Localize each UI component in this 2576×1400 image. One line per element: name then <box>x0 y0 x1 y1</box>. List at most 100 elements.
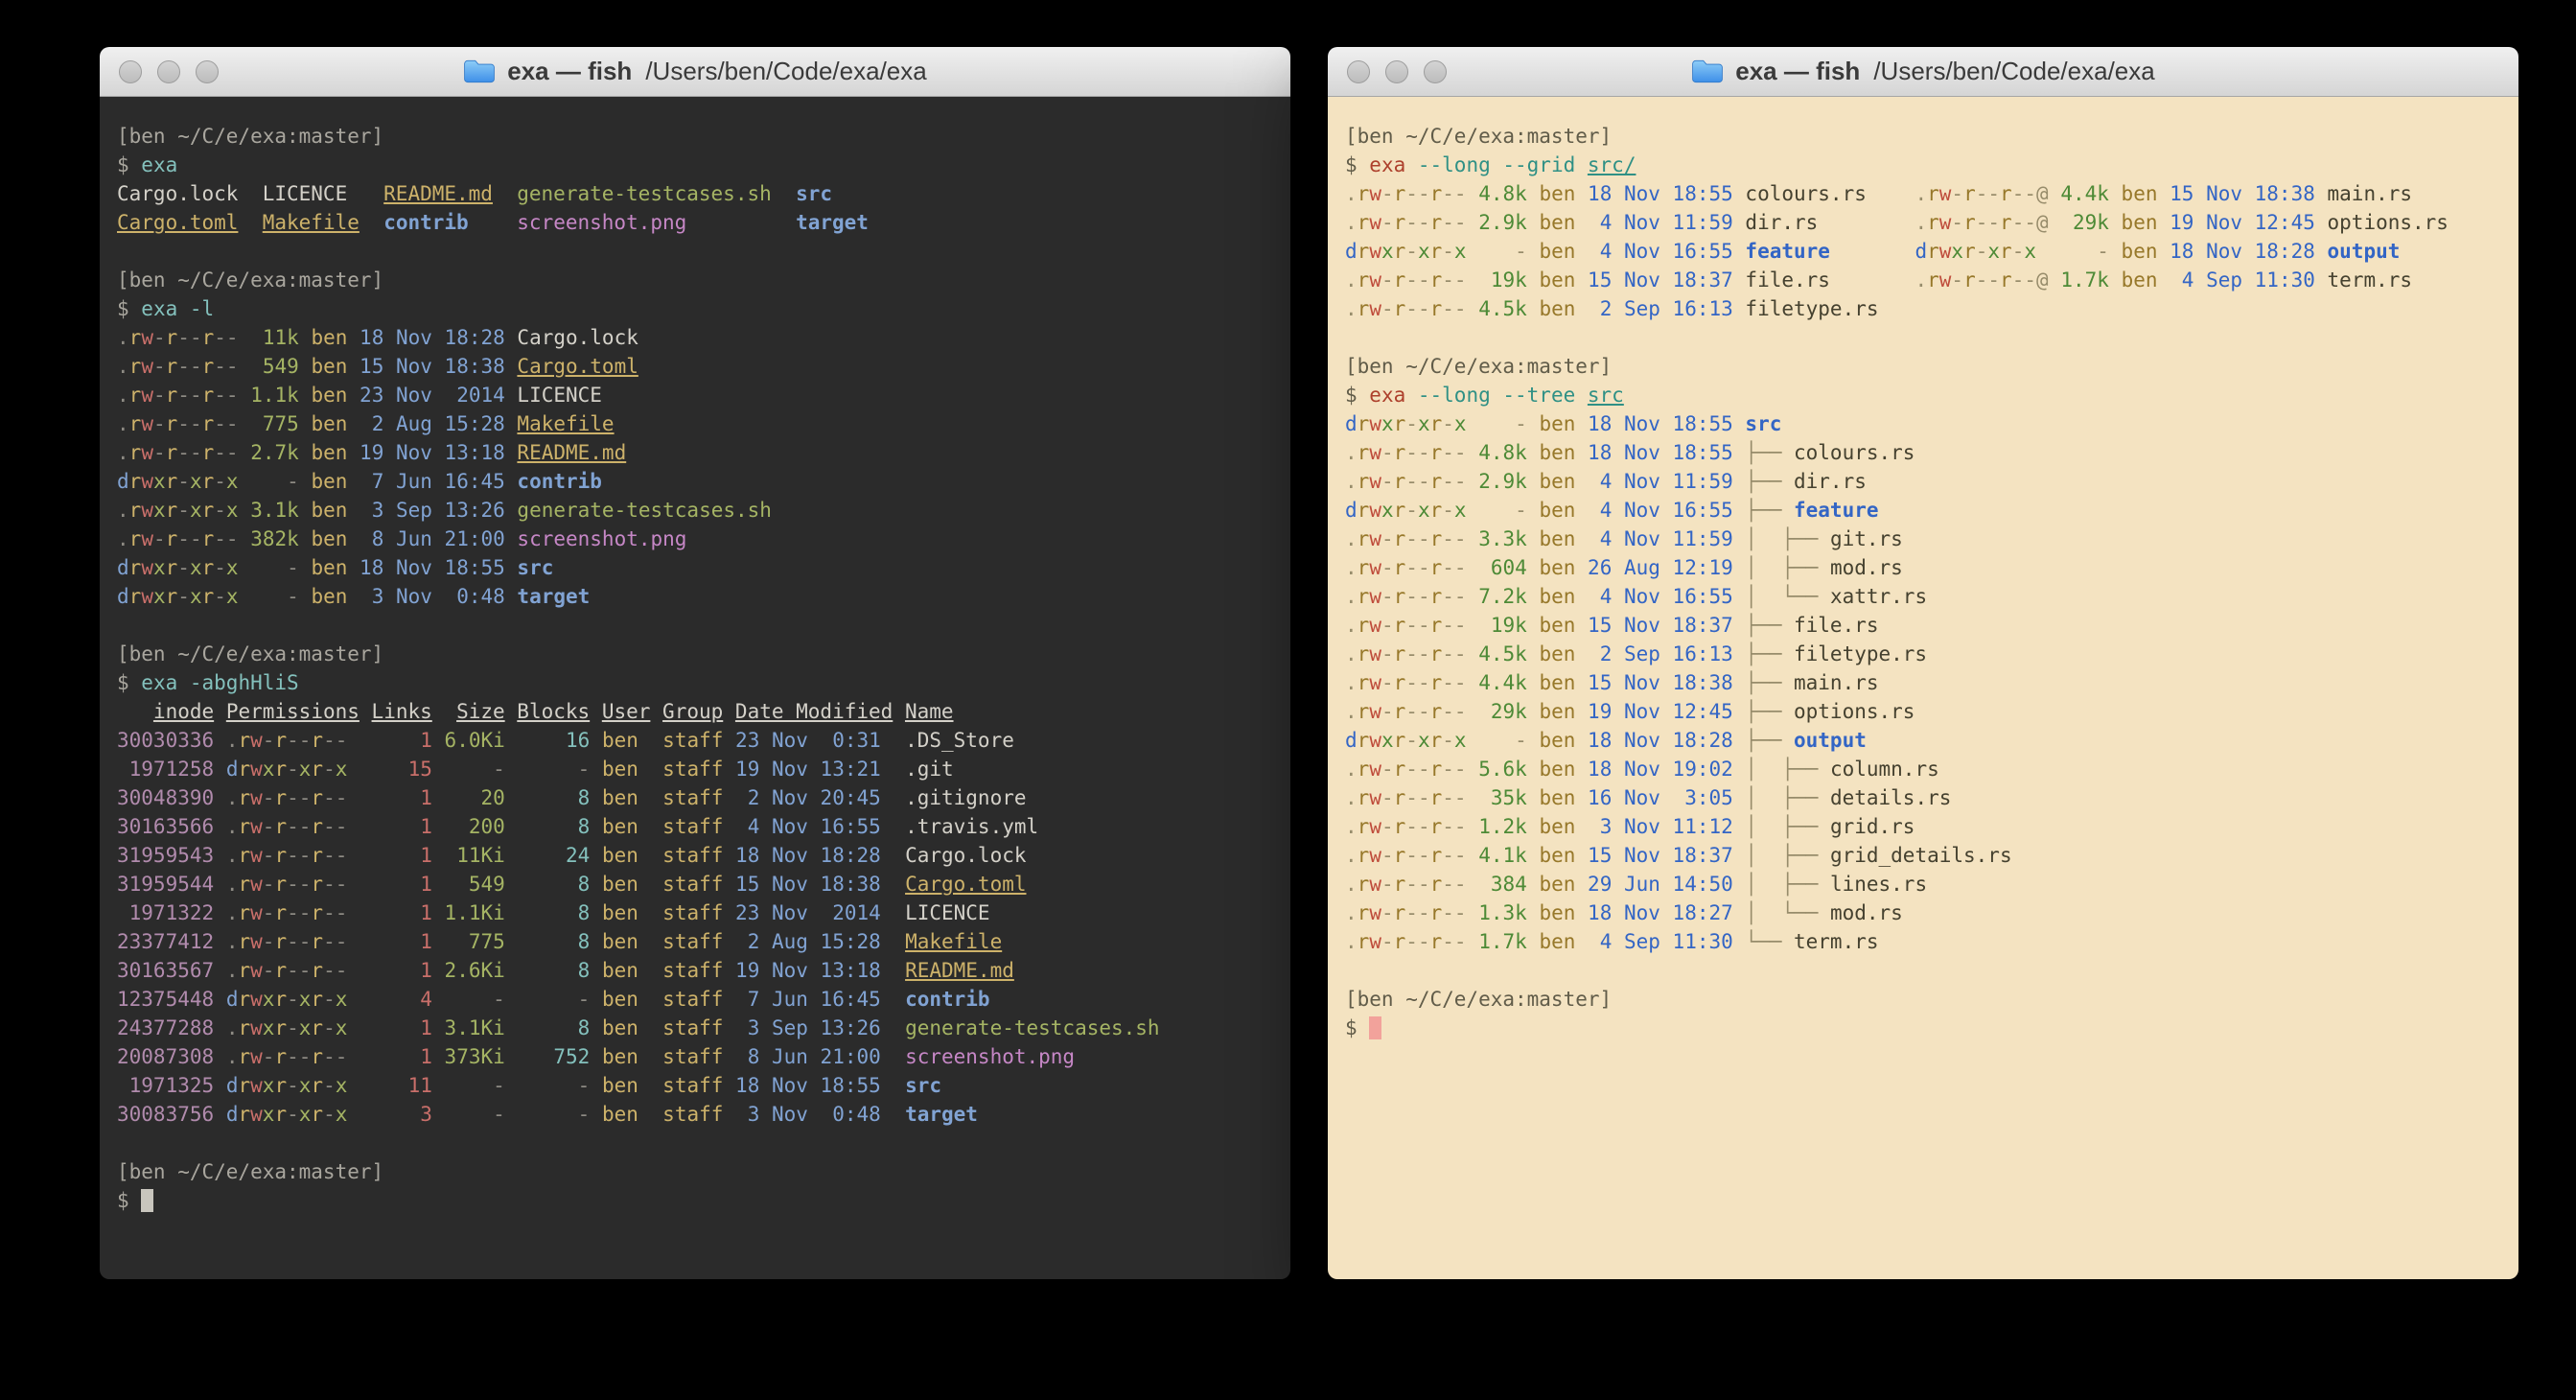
terminal-line: drwxr-xr-x - ben 18 Nov 18:55 src <box>1345 409 2501 438</box>
permission-char: w <box>1369 499 1381 522</box>
permission-char: - <box>1454 642 1467 665</box>
permission-char: r <box>238 1103 250 1126</box>
minimize-button[interactable] <box>1385 60 1408 83</box>
permission-char: x <box>299 988 312 1011</box>
permission-char: w <box>250 844 263 867</box>
text-segment: LICENCE <box>517 384 602 407</box>
titlebar[interactable]: exa — fish /Users/ben/Code/exa/exa <box>100 47 1290 97</box>
text-segment: .travis.yml <box>905 815 1038 838</box>
titlebar[interactable]: exa — fish /Users/ben/Code/exa/exa <box>1328 47 2518 97</box>
permission-char: r <box>129 412 142 435</box>
text-segment: 23 Nov 2014 <box>735 901 881 924</box>
close-button[interactable] <box>1347 60 1370 83</box>
text-segment: 29 Jun 14:50 <box>1588 873 1733 896</box>
permission-char: - <box>177 412 190 435</box>
text-segment: 24 <box>517 844 590 867</box>
permission-char: r <box>1963 182 1976 205</box>
text-segment: 3 Nov 11:12 <box>1588 815 1733 838</box>
text-segment <box>1733 499 1746 522</box>
permission-char: r <box>1394 499 1406 522</box>
text-segment <box>2109 211 2122 234</box>
text-segment: ben <box>602 1016 651 1039</box>
permission-char: - <box>1442 786 1454 809</box>
permission-char: d <box>1345 412 1358 435</box>
permission-char: r <box>1430 441 1443 464</box>
text-segment: xattr.rs <box>1830 585 1927 608</box>
text-segment: 3.3k <box>1478 527 1527 550</box>
permission-char: r <box>1430 901 1443 924</box>
window-title: exa — fish /Users/ben/Code/exa/exa <box>1691 57 2154 86</box>
permission-char: - <box>323 729 336 752</box>
text-segment: 1971322 <box>117 901 214 924</box>
terminal-line <box>1345 956 2501 985</box>
terminal-content[interactable]: [ben ~/C/e/exa:master]$ exa --long --gri… <box>1328 97 2518 1279</box>
permission-char: d <box>117 556 129 579</box>
permission-char: r <box>1394 297 1406 320</box>
terminal-line: $ exa -l <box>117 294 1273 323</box>
permission-char: r <box>238 1045 250 1068</box>
permission-char: x <box>153 585 166 608</box>
text-segment <box>347 527 360 550</box>
terminal-line: .rw-r--r-- 35k ben 16 Nov 3:05 │ ├── det… <box>1345 783 2501 812</box>
text-segment <box>2157 182 2170 205</box>
permission-char: . <box>226 1016 239 1039</box>
permission-char: r <box>129 355 142 378</box>
permission-char: r <box>311 1016 323 1039</box>
text-segment <box>2049 268 2061 292</box>
text-segment <box>723 1074 735 1097</box>
permission-char: - <box>1381 642 1394 665</box>
text-segment: 7 Jun 16:45 <box>735 988 881 1011</box>
text-segment: 604 <box>1478 556 1527 579</box>
permission-char: r <box>1927 240 1939 263</box>
permission-char: - <box>153 326 166 349</box>
minimize-button[interactable] <box>157 60 180 83</box>
permission-char: w <box>250 758 263 781</box>
permission-char: @ <box>2036 182 2049 205</box>
text-segment <box>432 844 445 867</box>
permission-char: - <box>1454 585 1467 608</box>
text-segment: 18 Nov 19:02 <box>1588 758 1733 781</box>
text-segment: ben <box>1539 556 1575 579</box>
permission-char: r <box>311 1045 323 1068</box>
text-segment <box>590 758 602 781</box>
text-segment <box>299 326 312 349</box>
permission-char: r <box>1430 412 1443 435</box>
terminal-line: [ben ~/C/e/exa:master] <box>117 640 1273 668</box>
text-segment: ben <box>1539 412 1575 435</box>
close-button[interactable] <box>119 60 142 83</box>
text-segment: 4 Sep 11:30 <box>1588 930 1733 953</box>
permission-char: - <box>1418 297 1430 320</box>
permission-char: - <box>1442 527 1454 550</box>
permission-char: - <box>1418 182 1430 205</box>
permission-char: - <box>1951 268 1963 292</box>
permission-char: - <box>1418 527 1430 550</box>
permission-char: - <box>1442 815 1454 838</box>
text-segment <box>214 1074 226 1097</box>
permission-char: - <box>287 959 299 982</box>
permission-char: - <box>1405 182 1418 205</box>
text-segment <box>347 729 371 752</box>
permission-char: - <box>263 873 275 896</box>
permission-char: r <box>1430 297 1443 320</box>
text-segment: ben <box>1539 211 1575 234</box>
permission-char: - <box>1976 268 1988 292</box>
text-segment: staff <box>662 729 723 752</box>
zoom-button[interactable] <box>1424 60 1447 83</box>
terminal-line <box>117 1129 1273 1157</box>
permission-char: r <box>1927 211 1939 234</box>
terminal-line: [ben ~/C/e/exa:master] <box>117 122 1273 151</box>
text-segment <box>1575 211 1588 234</box>
text-segment <box>347 556 360 579</box>
permission-char: r <box>238 844 250 867</box>
text-segment: ben <box>1539 758 1575 781</box>
terminal-content[interactable]: [ben ~/C/e/exa:master]$ exaCargo.lock LI… <box>100 97 1290 1279</box>
text-segment <box>347 959 371 982</box>
zoom-button[interactable] <box>196 60 219 83</box>
text-segment <box>1467 470 1479 493</box>
permission-char: - <box>1405 441 1418 464</box>
terminal-line: .rwxr-xr-x 3.1k ben 3 Sep 13:26 generate… <box>117 496 1273 525</box>
permission-char: r <box>166 355 178 378</box>
text-segment <box>505 556 518 579</box>
permission-char: - <box>1405 527 1418 550</box>
permission-char: - <box>263 844 275 867</box>
